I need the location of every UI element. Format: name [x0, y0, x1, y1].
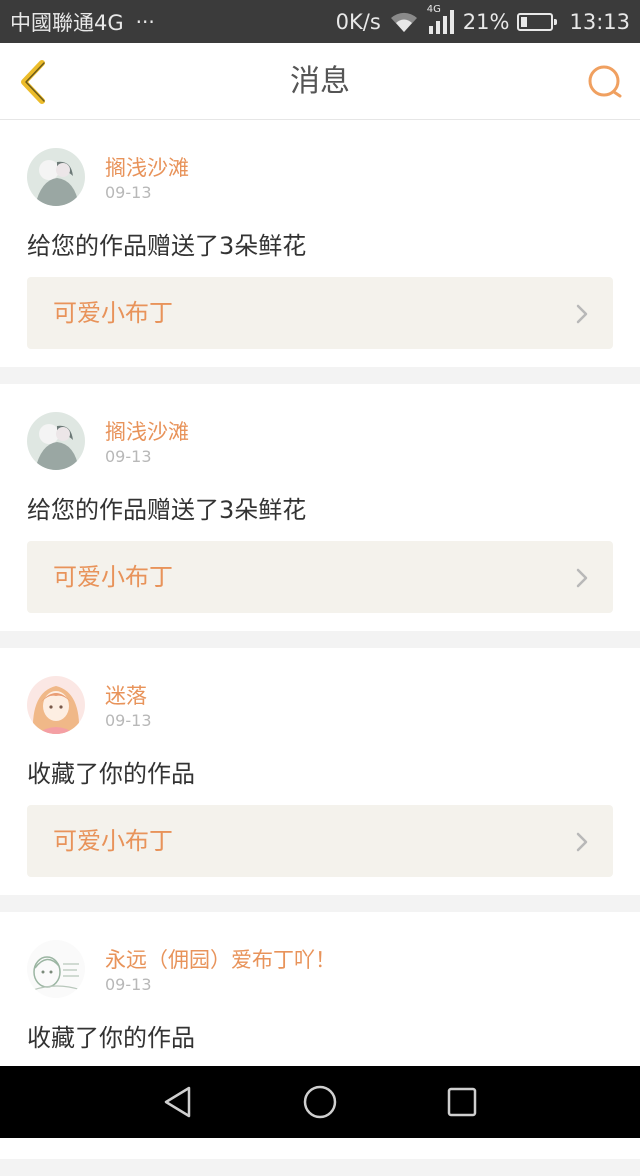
avatar[interactable]: [27, 940, 85, 998]
recents-square-icon[interactable]: [444, 1084, 480, 1120]
message-text: 给您的作品赠送了3朵鲜花: [27, 232, 307, 260]
avatar[interactable]: [27, 148, 85, 206]
message-date: 09-13: [105, 975, 152, 994]
user-name[interactable]: 永远（佣园）爱布丁吖！: [105, 944, 336, 974]
message-text: 收藏了你的作品: [27, 760, 195, 788]
back-triangle-icon[interactable]: [160, 1084, 196, 1120]
message-date: 09-13: [105, 183, 152, 202]
message-item: 搁浅沙滩 09-13 给您的作品赠送了3朵鲜花 可爱小布丁: [0, 384, 640, 631]
chevron-right-icon: [575, 567, 589, 589]
signal-icon: 4G: [427, 4, 455, 34]
top-nav-bar: 消息: [0, 43, 640, 120]
message-date: 09-13: [105, 447, 152, 466]
chevron-right-icon: [575, 303, 589, 325]
avatar[interactable]: [27, 676, 85, 734]
message-date: 09-13: [105, 711, 152, 730]
network-type-label: 4G: [426, 3, 441, 15]
work-link[interactable]: 可爱小布丁: [27, 541, 613, 613]
message-text: 给您的作品赠送了3朵鲜花: [27, 496, 307, 524]
status-bar: 中國聯通4G ··· 0K/s 4G 21% 13:13: [0, 0, 640, 43]
more-notifications-icon: ···: [135, 9, 155, 34]
work-title: 可爱小布丁: [53, 299, 173, 327]
chevron-right-icon: [575, 831, 589, 853]
message-text: 收藏了你的作品: [27, 1024, 195, 1052]
net-speed: 0K/s: [335, 9, 381, 34]
avatar[interactable]: [27, 412, 85, 470]
search-icon[interactable]: [586, 63, 624, 101]
work-title: 可爱小布丁: [53, 827, 173, 855]
user-name[interactable]: 迷落: [105, 680, 147, 710]
clock: 13:13: [569, 9, 630, 34]
message-list: 搁浅沙滩 09-13 给您的作品赠送了3朵鲜花 可爱小布丁 搁浅沙滩 09-13…: [0, 120, 640, 1176]
home-circle-icon[interactable]: [302, 1084, 338, 1120]
user-name[interactable]: 搁浅沙滩: [105, 152, 189, 182]
work-link[interactable]: 可爱小布丁: [27, 277, 613, 349]
battery-icon: [517, 12, 558, 31]
message-item: 搁浅沙滩 09-13 给您的作品赠送了3朵鲜花 可爱小布丁: [0, 120, 640, 367]
carrier-label: 中國聯通4G: [10, 10, 124, 35]
page-title: 消息: [290, 64, 350, 99]
work-title: 可爱小布丁: [53, 563, 173, 591]
battery-percent: 21%: [462, 9, 510, 34]
system-nav-bar: [0, 1066, 640, 1138]
work-link[interactable]: 可爱小布丁: [27, 805, 613, 877]
user-name[interactable]: 搁浅沙滩: [105, 416, 189, 446]
message-item: 迷落 09-13 收藏了你的作品 可爱小布丁: [0, 648, 640, 895]
wifi-icon: [389, 11, 419, 33]
